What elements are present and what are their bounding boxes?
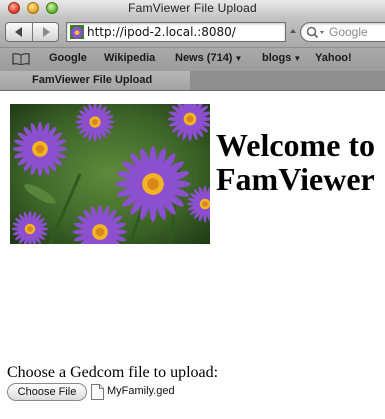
page-heading: Welcome to FamViewer [216,127,376,197]
address-bar-url[interactable]: http://ipod-2.local.:8080/ [87,25,236,39]
window-titlebar: FamViewer File Upload [0,0,385,17]
bookmark-google[interactable]: Google [49,52,87,64]
bookmark-blogs[interactable]: blogs ▼ [262,52,301,64]
tab-label: FamViewer File Upload [32,74,153,86]
bookmark-wikipedia[interactable]: Wikipedia [104,52,155,64]
forward-arrow-icon [43,27,50,37]
chevron-down-icon [320,31,324,34]
search-icon[interactable] [306,26,326,39]
window-title: FamViewer File Upload [128,1,257,15]
bookmark-news[interactable]: News (714) ▼ [175,52,242,64]
bookmark-yahoo[interactable]: Yahoo! [315,52,352,64]
forward-button[interactable] [33,23,58,41]
snapback-icon[interactable] [289,28,297,36]
dropdown-arrow-icon: ▼ [293,54,302,63]
selected-file-name: MyFamily.ged [107,385,175,397]
bookmarks-bar: Google Wikipedia News (714) ▼ blogs ▼ Yaho… [0,47,385,71]
choose-file-button[interactable]: Choose File [7,383,87,401]
nav-button-group [5,22,59,42]
site-favicon-icon [70,25,84,39]
back-arrow-icon [15,27,22,37]
dropdown-arrow-icon: ▼ [234,54,243,63]
upload-prompt-label: Choose a Gedcom file to upload: [7,364,219,381]
back-button[interactable] [6,23,33,41]
search-placeholder: Google [329,25,368,39]
document-icon [91,384,104,400]
browser-toolbar: http://ipod-2.local.:8080/ Google [0,17,385,47]
tab-bar: FamViewer File Upload [0,71,385,91]
search-field[interactable]: Google [300,22,385,42]
bookmarks-book-icon[interactable] [12,53,30,65]
tab-famviewer-upload[interactable]: FamViewer File Upload [0,71,190,90]
address-bar[interactable]: http://ipod-2.local.:8080/ [66,22,286,42]
flower-photo [10,104,210,244]
